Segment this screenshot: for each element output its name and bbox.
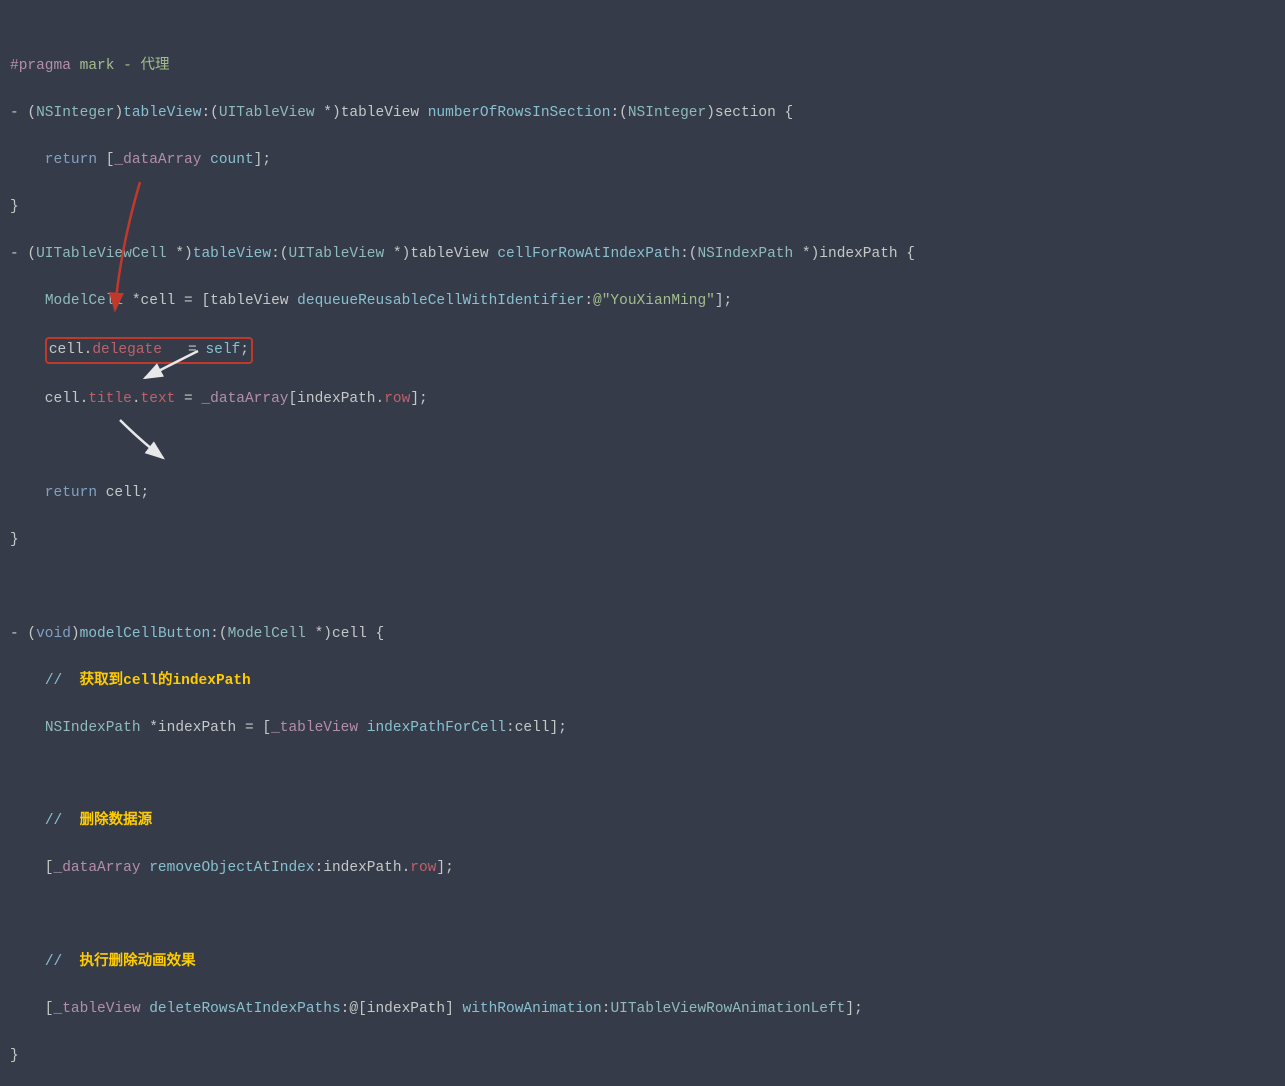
code-line-1: #pragma mark - 代理 <box>10 55 1275 78</box>
code-line-11: } <box>10 529 1275 552</box>
code-line-15: NSIndexPath *indexPath = [_tableView ind… <box>10 717 1275 740</box>
code-line-6: ModelCell *cell = [tableView dequeueReus… <box>10 290 1275 313</box>
code-line-22: } <box>10 1045 1275 1068</box>
code-line-10: return cell; <box>10 482 1275 505</box>
annotation-arrows <box>0 0 1285 543</box>
code-blank-12 <box>10 576 1275 599</box>
code-line-17: // 删除数据源 <box>10 810 1275 833</box>
code-line-21: [_tableView deleteRowsAtIndexPaths:@[ind… <box>10 998 1275 1021</box>
code-line-14: // 获取到cell的indexPath <box>10 670 1275 693</box>
code-line-2: - (NSInteger)tableView:(UITableView *)ta… <box>10 102 1275 125</box>
code-blank-9 <box>10 435 1275 458</box>
code-blank-19 <box>10 904 1275 927</box>
code-line-3: return [_dataArray count]; <box>10 149 1275 172</box>
highlight-box: cell.delegate = self; <box>45 337 253 364</box>
code-blank-16 <box>10 764 1275 787</box>
code-line-20: // 执行删除动画效果 <box>10 951 1275 974</box>
code-line-4: } <box>10 196 1275 219</box>
code-line-18: [_dataArray removeObjectAtIndex:indexPat… <box>10 857 1275 880</box>
code-line-13: - (void)modelCellButton:(ModelCell *)cel… <box>10 623 1275 646</box>
code-line-5: - (UITableViewCell *)tableView:(UITableV… <box>10 243 1275 266</box>
code-line-7: cell.delegate = self; <box>10 337 1275 364</box>
code-line-8: cell.title.text = _dataArray[indexPath.r… <box>10 388 1275 411</box>
